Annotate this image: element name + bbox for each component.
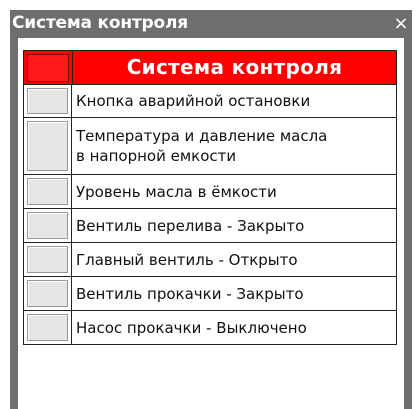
window-titlebar[interactable]: Система контроля × [10,10,412,38]
status-label: Температура и давление масла в напорной … [76,127,328,165]
status-row-overflow-valve: Вентиль перелива - Закрыто [23,208,397,243]
status-label: Кнопка аварийной остановки [76,92,311,110]
status-row-emergency-stop: Кнопка аварийной остановки [23,84,397,118]
status-indicator [24,175,72,208]
status-label: Вентиль перелива - Закрыто [76,216,305,235]
status-label: Главный вентиль - Открыто [76,250,298,269]
header-status-indicator [24,51,73,84]
status-row-pumping-valve: Вентиль прокачки - Закрыто [23,276,397,311]
status-row-pump: Насос прокачки - Выключено [23,310,397,345]
status-indicator [24,243,72,276]
status-indicator [24,85,72,117]
status-label: Насос прокачки - Выключено [76,318,307,337]
status-row-oil-level: Уровень масла в ёмкости [23,174,397,209]
status-label: Вентиль прокачки - Закрыто [76,284,304,303]
status-indicator [24,118,72,174]
status-indicator [24,311,72,344]
status-row-main-valve: Главный вентиль - Открыто [23,242,397,277]
close-icon[interactable]: × [390,10,412,38]
status-indicator [24,277,72,310]
status-row-oil-temp-pressure: Температура и давление масла в напорной … [23,117,397,175]
status-indicator [24,209,72,242]
header-title: Система контроля [126,55,343,79]
control-panel: Система контроля Кнопка аварийной остано… [18,38,404,409]
control-window: Система контроля × Система контроля Кноп… [10,10,412,409]
status-label: Уровень масла в ёмкости [76,182,277,201]
window-title: Система контроля [12,13,188,33]
header-row: Система контроля [23,50,397,85]
